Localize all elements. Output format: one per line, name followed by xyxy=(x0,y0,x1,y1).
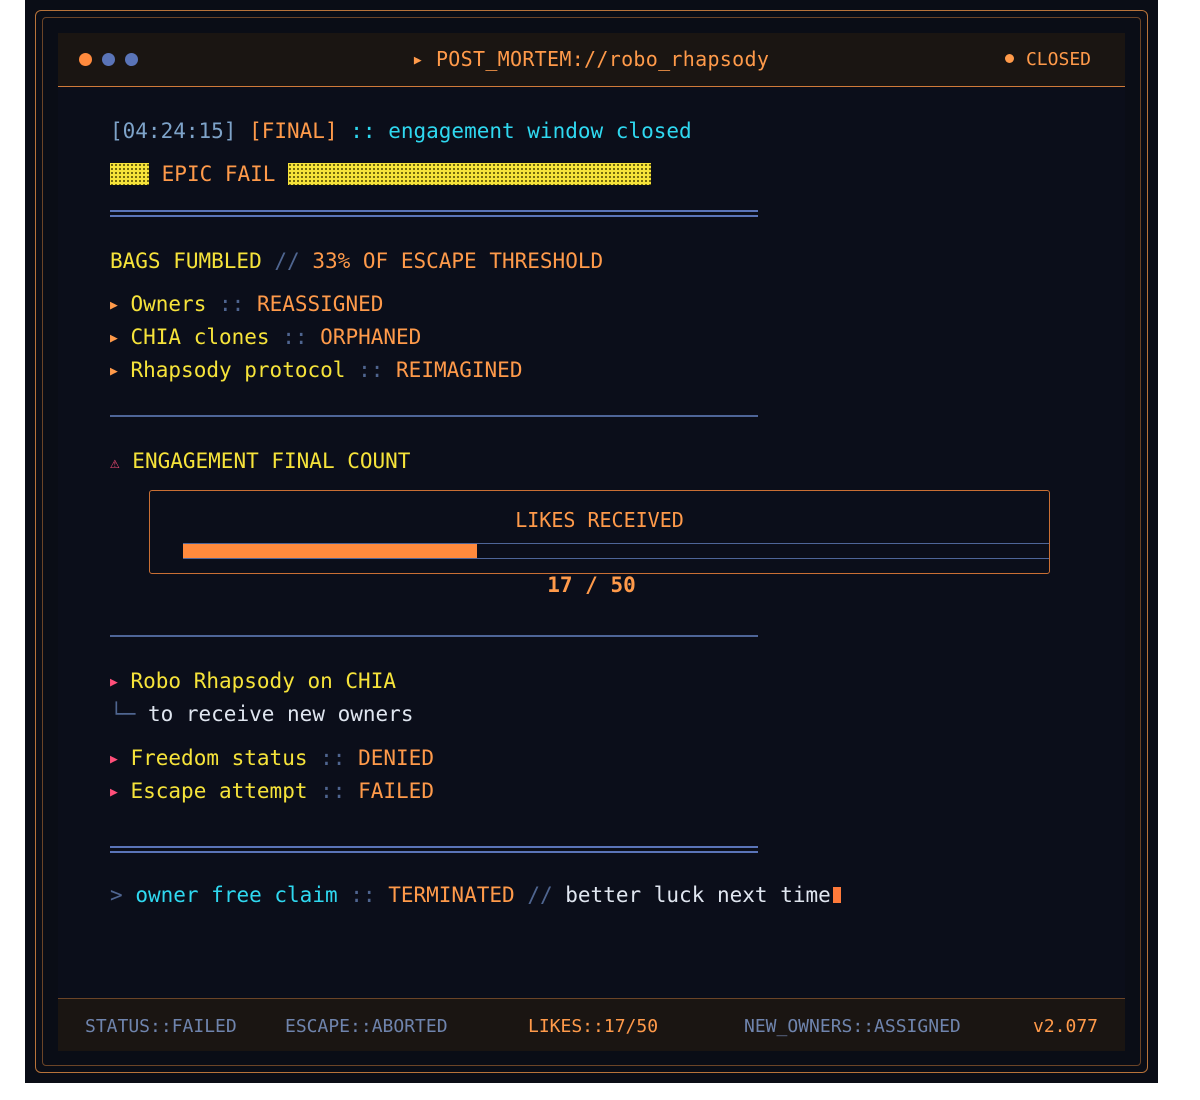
outcome-sub-line: └─ to receive new owners xyxy=(110,702,413,726)
status-version: v2.077 xyxy=(1033,1016,1099,1037)
outcome-item-label: Freedom status xyxy=(130,746,308,770)
epic-fail-banner: EPIC FAIL xyxy=(110,162,652,186)
bag-item-value: REIMAGINED xyxy=(396,358,523,382)
window-title-text: POST_MORTEM://robo_rhapsody xyxy=(435,47,770,71)
log-line: [04:24:15] [FINAL] :: engagement window … xyxy=(110,119,692,143)
prompt-symbol: > xyxy=(110,883,123,907)
bags-slash: // xyxy=(274,249,300,273)
bullet-icon: ▶ xyxy=(110,364,118,379)
bag-item: ▶ Owners :: REASSIGNED xyxy=(110,292,383,316)
tree-branch-icon: └─ xyxy=(110,702,136,726)
bags-heading: BAGS FUMBLED xyxy=(110,249,262,273)
warning-icon: ⚠ xyxy=(110,453,120,472)
double-divider xyxy=(110,846,758,853)
divider xyxy=(110,415,758,417)
likes-count: 17 / 50 xyxy=(547,573,636,597)
bullet-icon: ▶ xyxy=(110,298,118,313)
likes-panel: LIKES RECEIVED xyxy=(149,490,1050,574)
window-title: ▶ POST_MORTEM://robo_rhapsody xyxy=(58,47,1125,71)
likes-progress-fill xyxy=(183,544,478,558)
bag-item-separator: :: xyxy=(358,358,384,382)
bag-item-label: CHIA clones xyxy=(130,325,270,349)
engagement-heading: ENGAGEMENT FINAL COUNT xyxy=(132,449,411,473)
terminal-window: ▶ POST_MORTEM://robo_rhapsody CLOSED [04:… xyxy=(58,33,1125,1051)
divider xyxy=(110,635,758,637)
outcome-headline: Robo Rhapsody on CHIA xyxy=(130,669,396,693)
bullet-icon: ▶ xyxy=(110,331,118,346)
status-dot-icon xyxy=(1004,54,1014,63)
outcome-item-separator: :: xyxy=(320,779,346,803)
play-icon: ▶ xyxy=(413,53,422,68)
dither-block-right xyxy=(288,163,652,185)
log-separator: :: xyxy=(350,119,376,143)
bags-heading-line: BAGS FUMBLED // 33% OF ESCAPE THRESHOLD xyxy=(110,249,603,273)
double-divider xyxy=(110,210,758,217)
bullet-icon: ▶ xyxy=(110,752,118,767)
likes-label: LIKES RECEIVED xyxy=(515,508,684,532)
status-likes: LIKES::17/50 xyxy=(528,1016,659,1037)
bag-item-separator: :: xyxy=(219,292,245,316)
status-bar: STATUS::FAILED ESCAPE::ABORTED LIKES::17… xyxy=(58,998,1125,1051)
outcome-sub: to receive new owners xyxy=(147,702,414,726)
bag-item: ▶ Rhapsody protocol :: REIMAGINED xyxy=(110,358,522,382)
bag-item-label: Rhapsody protocol xyxy=(130,358,346,382)
status-escape: ESCAPE::ABORTED xyxy=(285,1016,448,1037)
prompt-separator: :: xyxy=(350,883,376,907)
bag-item-value: REASSIGNED xyxy=(256,292,384,316)
prompt-note: better luck next time xyxy=(565,883,831,907)
outcome-headline-line: ▶ Robo Rhapsody on CHIA xyxy=(110,669,396,693)
outcome-item-value: DENIED xyxy=(358,746,434,770)
prompt-command: owner free claim xyxy=(135,883,338,907)
status-owners: NEW_OWNERS::ASSIGNED xyxy=(744,1016,961,1037)
bag-item-separator: :: xyxy=(282,325,308,349)
outcome-item: ▶ Freedom status :: DENIED xyxy=(110,746,434,770)
command-prompt[interactable]: > owner free claim :: TERMINATED // bett… xyxy=(110,883,841,907)
bag-item: ▶ CHIA clones :: ORPHANED xyxy=(110,325,421,349)
app-background: ▶ POST_MORTEM://robo_rhapsody CLOSED [04:… xyxy=(25,0,1158,1083)
prompt-result: TERMINATED xyxy=(388,883,515,907)
outcome-item-separator: :: xyxy=(320,746,346,770)
bag-item-label: Owners xyxy=(130,292,207,316)
engagement-heading-line: ⚠ ENGAGEMENT FINAL COUNT xyxy=(110,449,410,473)
log-tag: [FINAL] xyxy=(249,119,338,143)
bag-item-value: ORPHANED xyxy=(320,325,422,349)
outcome-item: ▶ Escape attempt :: FAILED xyxy=(110,779,434,803)
bags-threshold: 33% OF ESCAPE THRESHOLD xyxy=(312,249,604,273)
banner-text: EPIC FAIL xyxy=(161,162,276,186)
bullet-icon: ▶ xyxy=(110,675,118,690)
likes-progress-track xyxy=(183,543,1049,559)
bullet-icon: ▶ xyxy=(110,785,118,800)
status-failed: STATUS::FAILED xyxy=(85,1016,237,1037)
prompt-slash: // xyxy=(527,883,553,907)
log-message: engagement window closed xyxy=(388,119,692,143)
outcome-item-label: Escape attempt xyxy=(130,779,308,803)
outcome-item-value: FAILED xyxy=(358,779,434,803)
cursor-block xyxy=(832,887,841,903)
log-timestamp: [04:24:15] xyxy=(110,119,237,143)
connection-state-text: CLOSED xyxy=(1025,49,1091,70)
dither-block-left xyxy=(110,163,149,185)
title-bar: ▶ POST_MORTEM://robo_rhapsody CLOSED xyxy=(58,33,1125,87)
connection-state: CLOSED xyxy=(1004,49,1091,70)
